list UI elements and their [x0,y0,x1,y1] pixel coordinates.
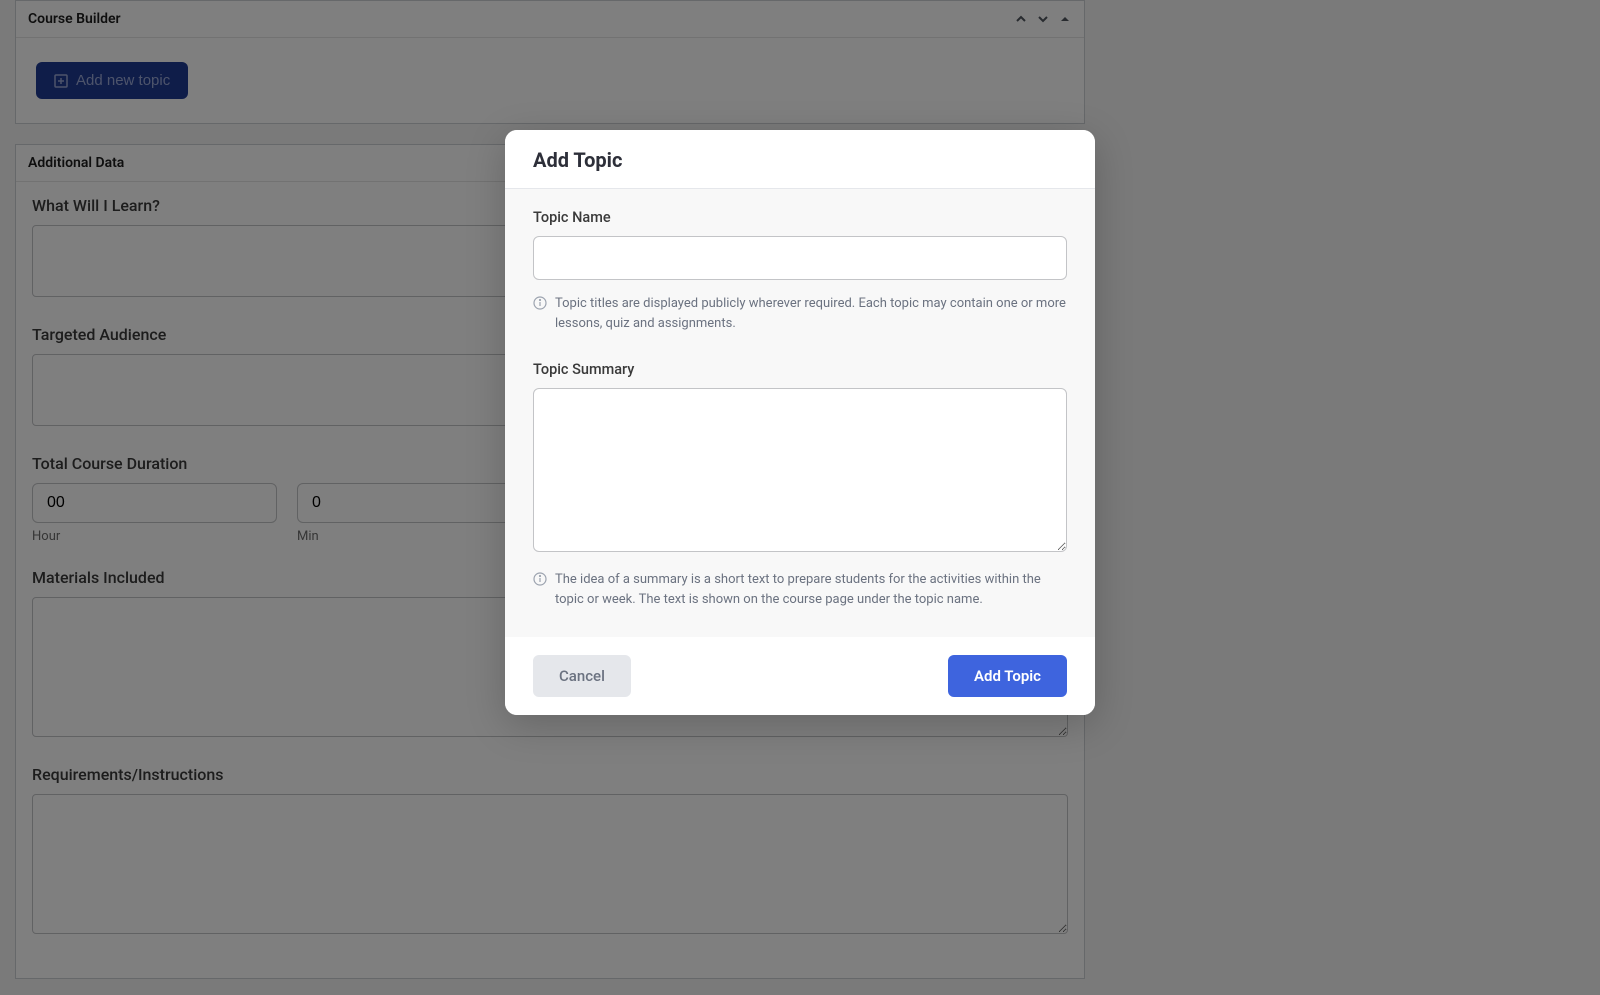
cancel-button[interactable]: Cancel [533,655,631,697]
topic-name-input[interactable] [533,236,1067,280]
topic-summary-hint: The idea of a summary is a short text to… [555,570,1067,609]
modal-footer: Cancel Add Topic [505,637,1095,715]
topic-summary-input[interactable] [533,388,1067,552]
info-icon [533,572,547,586]
modal-title: Add Topic [533,148,1067,172]
info-icon [533,296,547,310]
add-topic-submit-button[interactable]: Add Topic [948,655,1067,697]
topic-name-label: Topic Name [533,209,1067,226]
modal-body: Topic Name Topic titles are displayed pu… [505,189,1095,637]
modal-header: Add Topic [505,130,1095,189]
modal-overlay[interactable]: Add Topic Topic Name Topic titles are di… [0,0,1600,995]
topic-name-hint: Topic titles are displayed publicly wher… [555,294,1067,333]
topic-name-field: Topic Name Topic titles are displayed pu… [533,209,1067,333]
topic-summary-field: Topic Summary The idea of a summary is a… [533,361,1067,609]
add-topic-modal: Add Topic Topic Name Topic titles are di… [505,130,1095,715]
topic-summary-label: Topic Summary [533,361,1067,378]
